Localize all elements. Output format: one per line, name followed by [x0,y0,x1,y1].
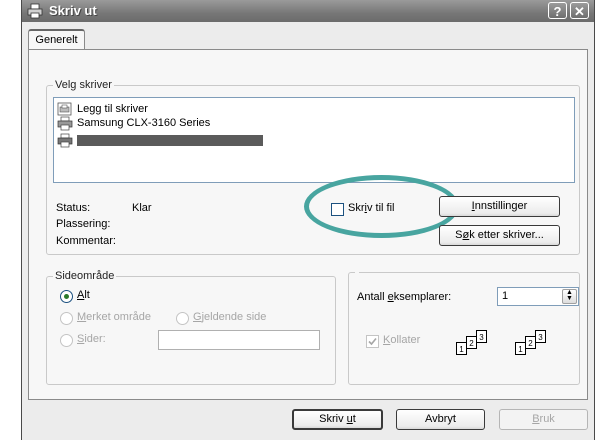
title-bar[interactable]: Skriv ut ? ✕ [22,0,594,22]
pages-radio-label[interactable]: Sider: [77,333,106,345]
preferences-button[interactable]: Innstillinger [439,196,560,217]
selection-radio[interactable] [60,312,73,325]
selection-radio-label[interactable]: Merket område [77,311,151,323]
radio-dot-icon [64,294,69,299]
list-item-label: Legg til skriver [77,103,148,115]
find-printer-button[interactable]: Søk etter skriver... [439,225,560,246]
tab-general[interactable]: Generelt [28,29,85,50]
list-item[interactable] [57,133,277,148]
comment-label: Kommentar: [56,235,116,247]
close-button[interactable]: ✕ [570,2,589,19]
status-label: Status: [56,202,91,214]
print-button[interactable]: Skriv ut [292,409,383,430]
apply-button[interactable]: Bruk [499,409,588,430]
printer-group-legend: Velg skriver [55,79,112,91]
spin-updown-icon[interactable]: ▲ ▼ [562,289,577,304]
collate-checkbox[interactable] [366,335,379,348]
list-item-label: Samsung CLX-3160 Series [77,117,211,129]
current-page-radio-label[interactable]: Gjeldende side [193,311,266,323]
printer-icon [57,116,73,131]
location-label: Plassering: [56,218,111,230]
printer-list[interactable]: Legg til skriver Samsung CLX-3160 Series [53,97,575,183]
checkmark-icon [368,337,377,346]
page-range-group: Sideområde [46,270,336,385]
copies-label: Antall eksemplarer: [357,291,452,303]
copies-value: 1 [502,290,509,302]
pages-radio[interactable] [60,334,73,347]
cancel-button[interactable]: Avbryt [396,409,485,430]
highlight-annotation [304,175,459,238]
list-item[interactable]: Legg til skriver [57,102,357,117]
all-radio[interactable] [60,290,73,303]
pages-input[interactable] [158,330,320,350]
page-range-legend: Sideområde [55,270,115,282]
copies-stepper[interactable]: 1 ▲ ▼ [497,287,579,306]
status-value: Klar [132,202,152,214]
current-page-radio[interactable] [176,312,189,325]
collate-label[interactable]: Kollater [383,334,420,346]
help-button[interactable]: ? [548,2,567,19]
add-printer-icon [57,102,72,116]
printer-icon [57,133,73,148]
list-item[interactable]: Samsung CLX-3160 Series [57,116,357,131]
redacted-printer-name [77,135,263,146]
print-dialog: Skriv ut ? ✕ Generelt Velg skriver Legg … [21,0,595,440]
collate-illustration-icon: 3 2 1 3 2 1 [455,330,583,370]
all-radio-label[interactable]: Alt [77,289,90,301]
printer-icon [27,3,43,19]
window-title: Skriv ut [49,3,97,18]
